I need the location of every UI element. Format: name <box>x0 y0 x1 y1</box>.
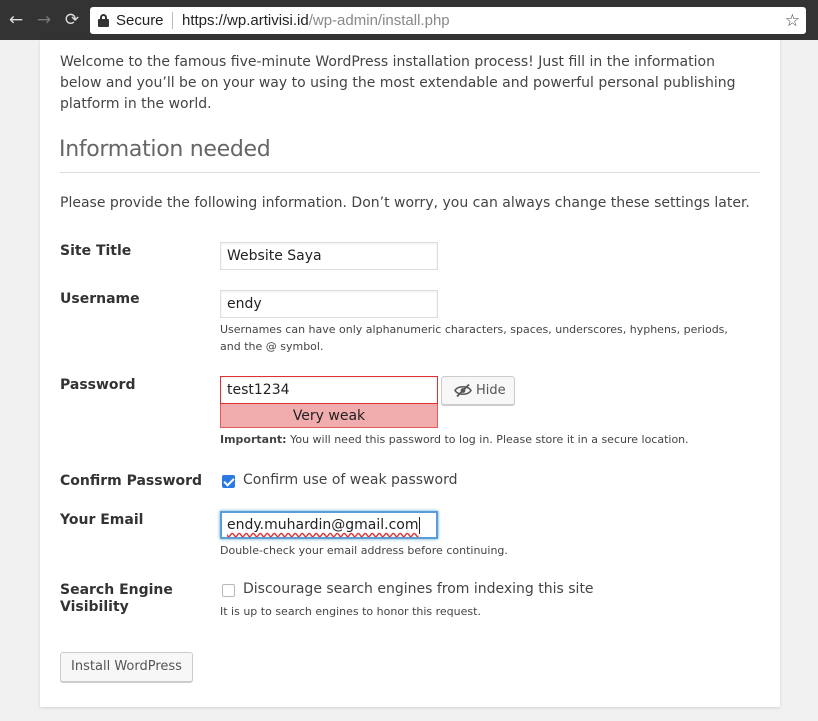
email-input[interactable]: endy.muhardin@gmail.com <box>220 511 438 539</box>
email-description: Double-check your email address before c… <box>220 544 508 557</box>
confirm-password-label: Confirm Password <box>60 473 203 489</box>
search-visibility-label-line2: Visibility <box>60 599 129 615</box>
search-visibility-label-line1: Search Engine <box>60 582 173 598</box>
section-heading: Information needed <box>59 137 271 162</box>
search-visibility-description: It is up to search engines to honor this… <box>220 605 481 618</box>
username-label: Username <box>60 291 140 307</box>
site-title-label: Site Title <box>60 243 132 259</box>
password-important-note: Important: You will need this password t… <box>220 431 689 448</box>
eye-slash-icon <box>454 383 472 398</box>
bookmark-star-icon[interactable]: ☆ <box>785 7 800 34</box>
address-bar[interactable]: Secure https://wp.artivisi.id/wp-admin/i… <box>90 7 806 34</box>
email-value: endy.muhardin@gmail.com <box>227 517 419 533</box>
confirm-weak-password-label[interactable]: Confirm use of weak password <box>243 472 457 489</box>
email-label: Your Email <box>60 512 144 528</box>
text-caret <box>419 516 421 534</box>
provide-info-text: Please provide the following information… <box>60 195 750 211</box>
welcome-text: Welcome to the famous five-minute WordPr… <box>60 54 736 112</box>
username-description: Usernames can have only alphanumeric cha… <box>220 323 728 353</box>
site-title-input[interactable]: Website Saya <box>220 242 438 270</box>
browser-toolbar: ← → ⟳ Secure https://wp.artivisi.id/wp-a… <box>0 0 818 40</box>
username-input[interactable]: endy <box>220 290 438 318</box>
url-path: /wp-admin/install.php <box>308 12 450 29</box>
search-visibility-label: Search Engine Visibility <box>60 582 173 616</box>
important-label: Important: <box>220 433 287 446</box>
password-input[interactable]: test1234 <box>220 376 438 404</box>
install-card: Welcome to the famous five-minute WordPr… <box>40 40 780 707</box>
discourage-search-checkbox[interactable] <box>222 584 235 597</box>
secure-label: Secure <box>116 12 164 29</box>
heading-divider <box>60 172 760 173</box>
url-host: https://wp.artivisi.id <box>182 12 309 29</box>
forward-arrow-icon[interactable]: → <box>34 10 54 30</box>
lock-icon <box>98 14 109 27</box>
url-text: https://wp.artivisi.id/wp-admin/install.… <box>182 7 450 34</box>
install-wordpress-button[interactable]: Install WordPress <box>60 652 193 682</box>
password-strength-meter: Very weak <box>220 404 438 428</box>
reload-icon[interactable]: ⟳ <box>62 10 82 30</box>
important-text: You will need this password to log in. P… <box>286 433 689 446</box>
discourage-search-label[interactable]: Discourage search engines from indexing … <box>243 581 594 598</box>
confirm-weak-password-checkbox[interactable] <box>222 475 235 488</box>
back-arrow-icon[interactable]: ← <box>6 10 26 30</box>
url-separator <box>172 12 173 29</box>
hide-button-label: Hide <box>476 383 506 398</box>
hide-password-button[interactable]: Hide <box>441 376 515 405</box>
password-label: Password <box>60 377 136 393</box>
